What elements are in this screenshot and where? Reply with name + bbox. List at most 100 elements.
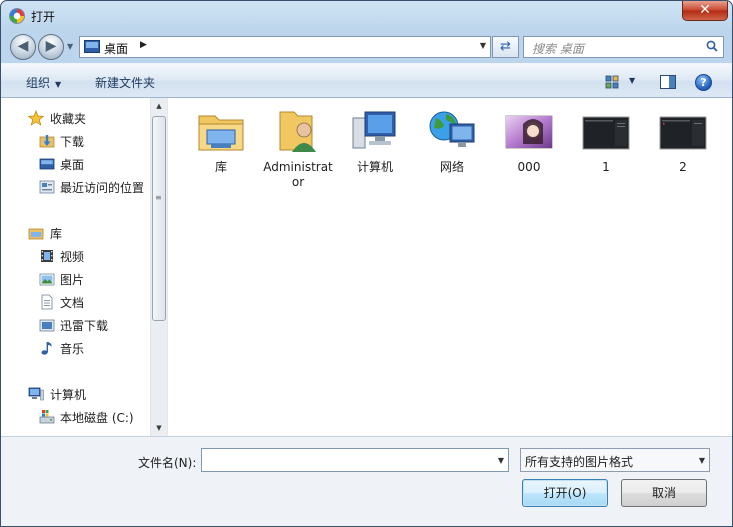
file-name: 2 — [679, 160, 687, 174]
file-type-select[interactable]: 所有支持的图片格式 ▼ — [520, 448, 710, 472]
scrollbar-grip-icon: ≡ — [155, 193, 162, 202]
sidebar-item-desktop[interactable]: 桌面 — [1, 154, 150, 174]
navigation-bar: ◀ ▶ ▼ 桌面 ▶ ▼ ⇄ 搜索 桌面 — [1, 31, 732, 63]
address-path[interactable]: 桌面 — [104, 40, 128, 57]
sidebar-item-local-disk-c[interactable]: 本地磁盘 (C:) — [1, 407, 150, 427]
sidebar-item-videos[interactable]: 视频 — [1, 246, 150, 266]
file-item-computer[interactable]: 计算机 — [339, 106, 411, 198]
document-icon — [41, 294, 53, 310]
thunder-download-icon — [39, 319, 55, 332]
search-box[interactable]: 搜索 桌面 — [523, 36, 724, 58]
file-name: 网络 — [439, 160, 464, 174]
download-folder-icon — [39, 135, 55, 148]
file-item-2[interactable]: 2 — [647, 106, 719, 198]
preview-pane-icon[interactable] — [660, 75, 676, 89]
dark-screenshot-thumbnail — [659, 116, 707, 150]
file-item-network[interactable]: 网络 — [416, 106, 488, 198]
chevron-down-icon[interactable]: ▼ — [699, 456, 705, 465]
title-bar: 打开 ✕ — [1, 1, 732, 31]
sidebar-item-downloads[interactable]: 下载 — [1, 131, 150, 151]
sidebar-item-label: 下载 — [60, 135, 85, 149]
user-folder-icon — [279, 111, 316, 152]
drive-icon — [39, 410, 55, 424]
sidebar-item-label: 收藏夹 — [50, 112, 87, 126]
file-item-administrator[interactable]: Administrator — [262, 106, 334, 198]
address-bar[interactable]: 桌面 ▶ ▼ — [79, 36, 491, 58]
back-button[interactable]: ◀ — [10, 34, 36, 60]
file-item-library[interactable]: 库 — [185, 106, 257, 198]
cancel-button[interactable]: 取消 — [621, 479, 707, 507]
sidebar-item-label: 文档 — [60, 296, 85, 310]
sidebar-item-label: 迅雷下载 — [60, 319, 109, 333]
address-dropdown-icon[interactable]: ▼ — [480, 41, 486, 50]
close-button[interactable]: ✕ — [682, 1, 728, 21]
file-list: 库 Administrator 计算机 网络 000 1 2 — [167, 98, 732, 436]
file-item-1[interactable]: 1 — [570, 106, 642, 198]
sidebar-item-libraries[interactable]: 库 — [1, 223, 150, 243]
open-file-dialog: 打开 ✕ ◀ ▶ ▼ 桌面 ▶ ▼ ⇄ 搜索 桌面 组织 ▼ 新建文件夹 ▼ ?… — [0, 0, 733, 527]
star-icon — [28, 110, 44, 126]
library-icon — [28, 228, 44, 240]
filename-field[interactable]: ▼ — [201, 448, 509, 472]
computer-icon — [352, 111, 396, 149]
sidebar-item-thunder-downloads[interactable]: 迅雷下载 — [1, 315, 150, 335]
sidebar-item-pictures[interactable]: 图片 — [1, 269, 150, 289]
app-icon — [9, 8, 25, 24]
music-icon — [41, 342, 52, 355]
recent-places-icon — [39, 180, 55, 194]
filename-dropdown-icon[interactable]: ▼ — [498, 456, 504, 465]
sidebar-item-computer[interactable]: 计算机 — [1, 384, 150, 404]
file-item-000[interactable]: 000 — [493, 106, 565, 198]
navigation-pane-scrollbar[interactable]: ▲ ≡ ▼ — [150, 98, 167, 436]
picture-icon — [39, 273, 55, 286]
video-icon — [41, 250, 53, 262]
sidebar-item-label: 音乐 — [60, 342, 85, 356]
breadcrumb-chevron-icon[interactable]: ▶ — [140, 40, 147, 50]
navigation-pane: 收藏夹 下载 桌面 最近访问的位置 库 视频 图片 文档 迅雷下载 音乐 计算机… — [1, 98, 150, 436]
organize-menu[interactable]: 组织 ▼ — [26, 74, 61, 91]
network-icon — [429, 111, 475, 147]
scrollbar-thumb[interactable] — [152, 116, 166, 321]
sidebar-item-label: 桌面 — [60, 158, 85, 172]
dark-screenshot-thumbnail — [582, 116, 630, 150]
sidebar-item-favorites[interactable]: 收藏夹 — [1, 108, 150, 128]
forward-button[interactable]: ▶ — [38, 34, 64, 60]
organize-label[interactable]: 组织 — [26, 76, 50, 90]
desktop-icon — [84, 40, 100, 53]
view-options-icon[interactable] — [605, 75, 619, 89]
window-title: 打开 — [31, 10, 56, 24]
sidebar-item-label: 计算机 — [50, 388, 87, 402]
new-folder-button[interactable]: 新建文件夹 — [95, 74, 155, 91]
sidebar-item-label: 本地磁盘 (C:) — [60, 411, 134, 425]
file-name: 000 — [517, 160, 541, 174]
filename-label: 文件名(N): — [138, 456, 197, 470]
file-name: 库 — [214, 160, 227, 174]
sidebar-item-label: 最近访问的位置 — [60, 181, 145, 195]
help-icon[interactable]: ? — [695, 74, 712, 91]
sidebar-item-music[interactable]: 音乐 — [1, 338, 150, 358]
open-button[interactable]: 打开(O) — [522, 479, 608, 507]
sidebar-item-documents[interactable]: 文档 — [1, 292, 150, 312]
scroll-down-arrow-icon[interactable]: ▼ — [151, 420, 167, 436]
refresh-button[interactable]: ⇄ — [492, 36, 519, 58]
command-toolbar: 组织 ▼ 新建文件夹 ▼ ? — [1, 63, 732, 98]
file-name: 计算机 — [356, 160, 393, 174]
search-icon[interactable] — [706, 40, 718, 52]
computer-icon — [28, 387, 44, 401]
file-type-value[interactable]: 所有支持的图片格式 — [525, 453, 633, 470]
scroll-up-arrow-icon[interactable]: ▲ — [151, 98, 167, 114]
image-thumbnail — [505, 115, 553, 149]
view-options-dropdown-icon[interactable]: ▼ — [629, 76, 635, 85]
recent-pages-dropdown-icon[interactable]: ▼ — [67, 42, 77, 54]
sidebar-item-label: 库 — [50, 227, 63, 241]
file-dialog-footer: 文件名(N): ▼ 所有支持的图片格式 ▼ 打开(O) 取消 — [1, 436, 732, 526]
sidebar-item-label: 图片 — [60, 273, 85, 287]
search-input[interactable]: 搜索 桌面 — [532, 40, 584, 57]
chevron-down-icon[interactable]: ▼ — [55, 80, 61, 89]
sidebar-item-label: 视频 — [60, 250, 85, 264]
desktop-icon — [39, 158, 55, 170]
sidebar-item-recent-places[interactable]: 最近访问的位置 — [1, 177, 150, 197]
file-name: Administrator — [263, 160, 333, 189]
file-name: 1 — [602, 160, 610, 174]
library-folder-icon — [198, 115, 244, 151]
